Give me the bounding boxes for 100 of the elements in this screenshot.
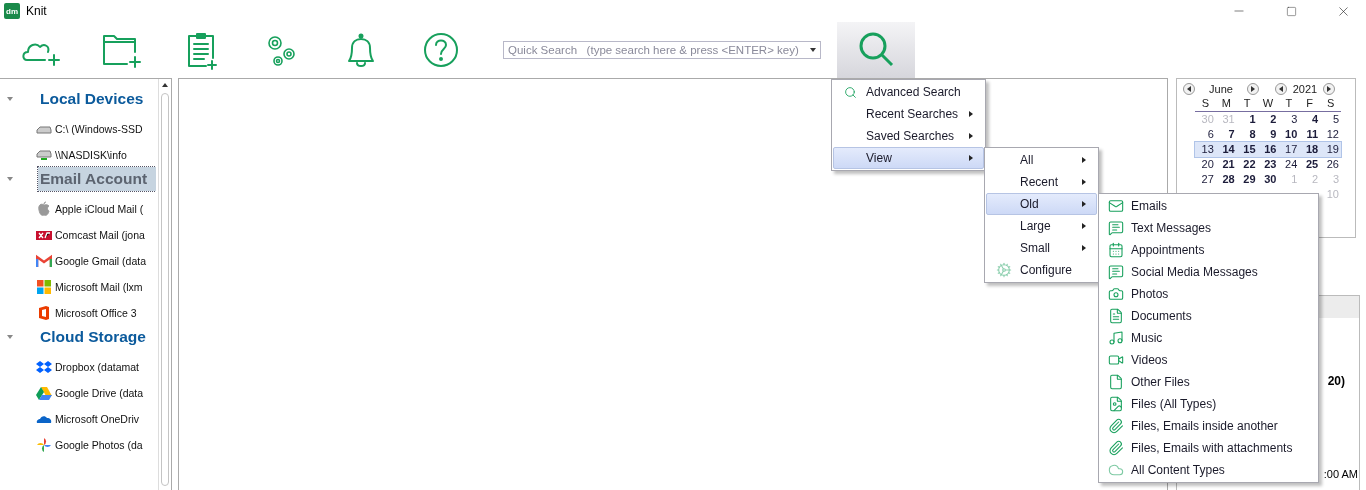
search-button[interactable]: [837, 22, 915, 78]
calendar-day[interactable]: 28: [1215, 172, 1237, 187]
calendar-day[interactable]: 2: [1257, 112, 1279, 127]
calendar-day[interactable]: 20: [1195, 157, 1216, 172]
expander-icon[interactable]: [7, 177, 13, 181]
calendar-icon: [1108, 242, 1124, 258]
tree-item[interactable]: Microsoft Office 3: [55, 307, 137, 319]
maximize-icon: [1285, 5, 1297, 17]
menu-item[interactable]: Documents: [1100, 305, 1317, 327]
next-year-button[interactable]: [1323, 83, 1335, 95]
previous-year-button[interactable]: [1275, 83, 1287, 95]
envelope-icon: [1108, 198, 1124, 214]
tree-item[interactable]: \\NASDISK\info: [55, 149, 127, 161]
menu-item[interactable]: Recent: [986, 171, 1097, 193]
calendar-day[interactable]: 16: [1257, 142, 1279, 157]
menu-item[interactable]: Old: [986, 193, 1097, 215]
gear-icon: [995, 262, 1012, 278]
previous-month-button[interactable]: [1183, 83, 1195, 95]
tree-item[interactable]: Dropbox (datamat: [55, 361, 140, 373]
tree-item[interactable]: Google Drive (data: [55, 387, 144, 399]
paperclip-icon: [1108, 418, 1124, 434]
calendar-day[interactable]: 12: [1320, 127, 1341, 142]
scrollbar[interactable]: [158, 79, 171, 490]
music-note-icon: [1108, 330, 1124, 346]
calendar-day[interactable]: 11: [1299, 127, 1321, 142]
menu-item[interactable]: Files (All Types): [1100, 393, 1317, 415]
search-field[interactable]: Quick Search (type search here & press <ENTER> key): [503, 41, 821, 59]
next-month-button[interactable]: [1247, 83, 1259, 95]
tree-group[interactable]: Email Account: [38, 167, 157, 191]
menu-item[interactable]: Appointments: [1100, 239, 1317, 261]
menu-item[interactable]: Emails: [1100, 195, 1317, 217]
calendar-day[interactable]: 29: [1236, 172, 1258, 187]
image-file-icon: [1108, 396, 1124, 412]
calendar-day[interactable]: 4: [1299, 112, 1321, 127]
tree-item[interactable]: Microsoft Mail (lxm: [55, 281, 143, 293]
tree-item[interactable]: Apple iCloud Mail (: [55, 203, 144, 215]
menu-item[interactable]: Files, Emails with attachments: [1100, 437, 1317, 459]
tree-group[interactable]: Local Devices: [38, 87, 157, 111]
weekday-label: T: [1236, 97, 1258, 112]
message-icon: [1108, 264, 1124, 280]
detail-text: 20): [1327, 374, 1346, 388]
menu-item[interactable]: All Content Types: [1100, 459, 1317, 481]
search-icon: [843, 85, 857, 99]
calendar-day[interactable]: 6: [1195, 127, 1216, 142]
menu-item[interactable]: Advanced Search: [833, 81, 984, 103]
calendar-day[interactable]: 9: [1257, 127, 1279, 142]
menu-item[interactable]: Files, Emails inside another: [1100, 415, 1317, 437]
calendar-day[interactable]: 3: [1278, 112, 1300, 127]
menu-item[interactable]: Social Media Messages: [1100, 261, 1317, 283]
calendar-day[interactable]: 10: [1278, 127, 1300, 142]
calendar-day[interactable]: 15: [1236, 142, 1258, 157]
gmail-icon: [36, 253, 52, 269]
menu-item[interactable]: Text Messages: [1100, 217, 1317, 239]
menu-item[interactable]: Saved Searches: [833, 125, 984, 147]
tree-item[interactable]: Microsoft OneDriv: [55, 413, 139, 425]
calendar-day[interactable]: 18: [1299, 142, 1321, 157]
tree-item[interactable]: Google Photos (da: [55, 439, 143, 451]
file-icon: [1108, 374, 1124, 390]
calendar-day[interactable]: 14: [1215, 142, 1237, 157]
menu-item[interactable]: Other Files: [1100, 371, 1317, 393]
tree-group[interactable]: Cloud Storage: [38, 325, 157, 349]
calendar-day[interactable]: 7: [1215, 127, 1237, 142]
menu-item[interactable]: Recent Searches: [833, 103, 984, 125]
menu-item[interactable]: Configure: [986, 259, 1097, 281]
calendar-day[interactable]: 13: [1195, 142, 1216, 157]
menu-item[interactable]: Small: [986, 237, 1097, 259]
calendar-day[interactable]: 1: [1236, 112, 1258, 127]
windows-icon: [36, 279, 52, 295]
document-icon: [1108, 308, 1124, 324]
calendar-day[interactable]: 5: [1320, 112, 1341, 127]
calendar-day[interactable]: 24: [1278, 157, 1300, 172]
menu-item[interactable]: Large: [986, 215, 1097, 237]
calendar-day[interactable]: 8: [1236, 127, 1258, 142]
attachment-icon: [1108, 440, 1124, 456]
cloud-icon: [1108, 462, 1124, 478]
expander-icon[interactable]: [7, 97, 13, 101]
tree-item[interactable]: Google Gmail (data: [55, 255, 147, 267]
tree-item[interactable]: Comcast Mail (jona: [55, 229, 145, 241]
calendar-day[interactable]: 22: [1236, 157, 1258, 172]
menu-item[interactable]: Music: [1100, 327, 1317, 349]
tree-item[interactable]: C:\ (Windows-SSD: [55, 123, 143, 135]
calendar-day[interactable]: 23: [1257, 157, 1279, 172]
pinwheel-icon: [36, 437, 52, 453]
calendar-day[interactable]: 25: [1299, 157, 1321, 172]
drive-logo-icon: [36, 385, 52, 401]
menu-item[interactable]: Photos: [1100, 283, 1317, 305]
expander-icon[interactable]: [7, 335, 13, 339]
camera-icon: [1108, 286, 1124, 302]
menu-item[interactable]: View: [833, 147, 984, 169]
calendar-day[interactable]: 21: [1215, 157, 1237, 172]
calendar-day[interactable]: 30: [1257, 172, 1279, 187]
calendar-day[interactable]: 19: [1320, 142, 1341, 157]
window-title: Knit: [26, 4, 48, 18]
calendar-day[interactable]: 26: [1320, 157, 1341, 172]
calendar-day[interactable]: 27: [1195, 172, 1216, 187]
apple-icon: [36, 201, 52, 217]
calendar-day[interactable]: 17: [1278, 142, 1300, 157]
menu-item[interactable]: All: [986, 149, 1097, 171]
menu-item[interactable]: Videos: [1100, 349, 1317, 371]
weekday-label: M: [1215, 97, 1237, 112]
